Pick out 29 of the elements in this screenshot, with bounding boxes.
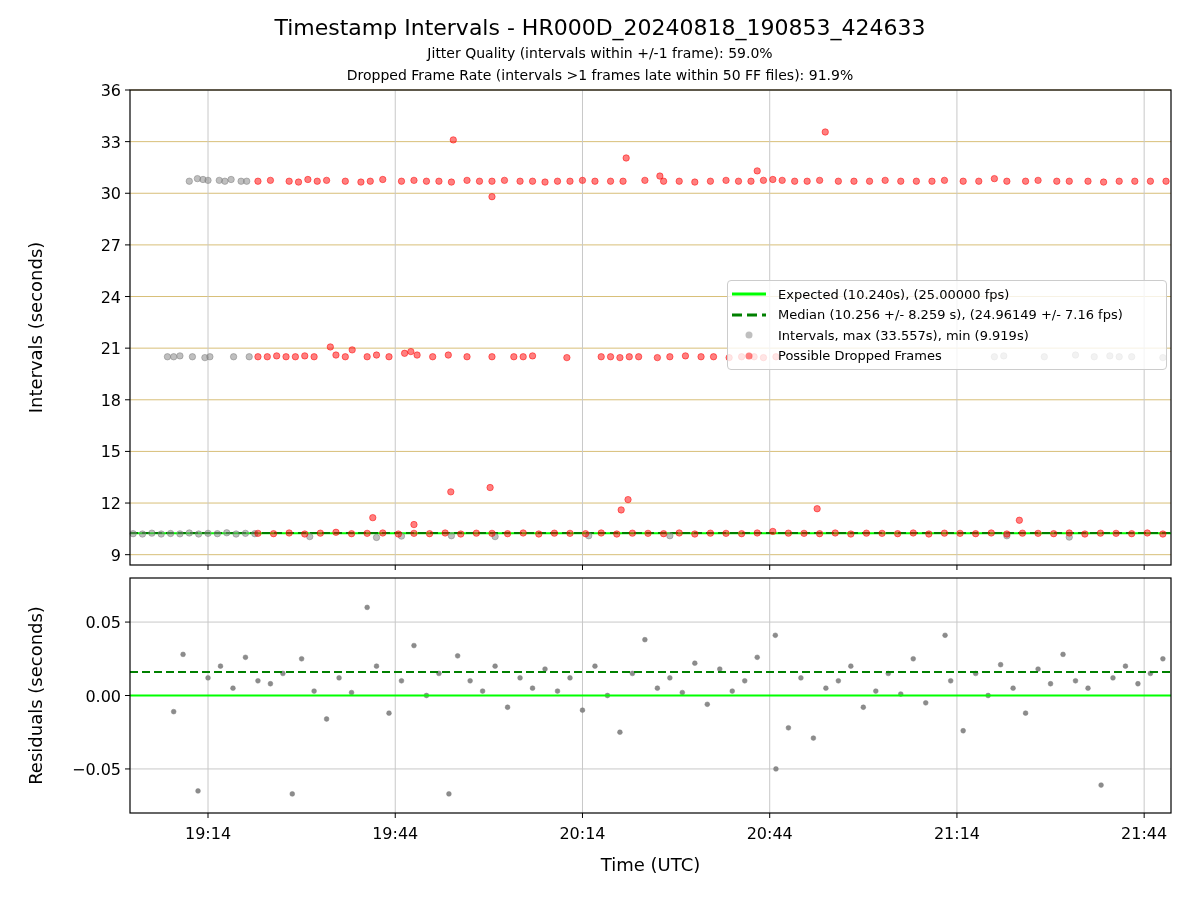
tick-label: 20:14 bbox=[559, 824, 606, 843]
tick-label: 15 bbox=[100, 442, 121, 462]
legend-label: Expected (10.240s), (25.00000 fps) bbox=[778, 285, 1010, 304]
tick-label: 27 bbox=[100, 235, 121, 255]
chart-title: Timestamp Intervals - HR000D_20240818_190853_424633 bbox=[274, 14, 926, 42]
tick-label: 33 bbox=[100, 132, 121, 152]
tick-label: 19:44 bbox=[372, 824, 419, 843]
tick-label: 21:14 bbox=[933, 824, 980, 843]
tick-label: 9 bbox=[110, 545, 121, 565]
tick-label: 0.00 bbox=[85, 686, 121, 706]
tick-label: 18 bbox=[100, 390, 121, 410]
legend-label: Median (10.256 +/- 8.259 s), (24.96149 +/- 7.16 fps) bbox=[778, 306, 1123, 324]
legend-label: Intervals, max (33.557s), min (9.919s) bbox=[778, 326, 1029, 345]
tick-label: 36 bbox=[100, 81, 121, 100]
tick-label: 30 bbox=[100, 184, 121, 204]
tick-label: 24 bbox=[100, 287, 121, 307]
tick-label: 20:44 bbox=[746, 824, 793, 843]
tick-label: 21:44 bbox=[1121, 824, 1168, 843]
axis-label: Residuals (seconds) bbox=[25, 606, 46, 785]
tick-label: −0.05 bbox=[71, 759, 121, 779]
chart-subtitle: Jitter Quality (intervals within +/-1 frame): 59.0% bbox=[427, 44, 773, 63]
chart-subtitle: Dropped Frame Rate (intervals >1 frames late within 50 FF files): 91.9% bbox=[346, 66, 854, 85]
legend-label: Possible Dropped Frames bbox=[778, 347, 942, 365]
axis-label: Intervals (seconds) bbox=[25, 241, 46, 414]
tick-label: 12 bbox=[100, 494, 121, 514]
tick-label: 21 bbox=[100, 339, 121, 359]
tick-label: 0.05 bbox=[85, 613, 121, 633]
tick-label: 19:14 bbox=[184, 824, 232, 843]
axis-label: Time (UTC) bbox=[600, 854, 701, 875]
